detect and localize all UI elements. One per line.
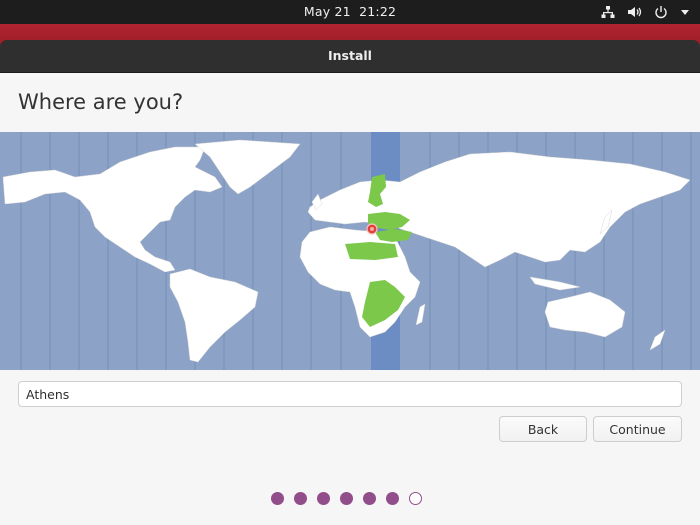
progress-dot-current bbox=[409, 492, 422, 505]
page-title: Where are you? bbox=[18, 90, 184, 114]
system-top-bar: May 21 21:22 bbox=[0, 0, 700, 24]
installer-content: Where are you? Athens Back Continue bbox=[0, 73, 700, 525]
progress-dots bbox=[271, 492, 422, 505]
landmasses bbox=[2, 139, 691, 363]
egypt-libya bbox=[345, 242, 398, 260]
window-titlebar[interactable]: Install bbox=[0, 40, 700, 73]
progress-dot-completed bbox=[317, 492, 330, 505]
clock[interactable]: May 21 21:22 bbox=[0, 4, 700, 19]
dropdown-arrow-icon[interactable] bbox=[680, 7, 690, 17]
location-pin-icon[interactable] bbox=[366, 223, 378, 235]
progress-dot-completed bbox=[294, 492, 307, 505]
window-title: Install bbox=[328, 48, 372, 63]
madagascar bbox=[415, 303, 426, 326]
time-label: 21:22 bbox=[359, 4, 397, 19]
progress-dot-completed bbox=[386, 492, 399, 505]
volume-icon[interactable] bbox=[627, 5, 642, 19]
indonesia bbox=[529, 276, 581, 291]
new-zealand bbox=[649, 329, 666, 351]
system-tray[interactable] bbox=[601, 3, 690, 21]
date-label: May 21 bbox=[303, 4, 351, 19]
back-button[interactable]: Back bbox=[499, 416, 587, 442]
progress-dot-completed bbox=[340, 492, 353, 505]
power-icon[interactable] bbox=[654, 5, 668, 19]
timezone-map[interactable] bbox=[0, 132, 700, 370]
south-america bbox=[169, 268, 259, 363]
north-america bbox=[2, 146, 223, 273]
timezone-location-input[interactable] bbox=[18, 381, 682, 407]
progress-dot-completed bbox=[271, 492, 284, 505]
network-icon[interactable] bbox=[601, 5, 615, 19]
continue-button[interactable]: Continue bbox=[593, 416, 682, 442]
progress-dot-completed bbox=[363, 492, 376, 505]
australia bbox=[544, 291, 626, 338]
world-map[interactable] bbox=[0, 132, 700, 370]
